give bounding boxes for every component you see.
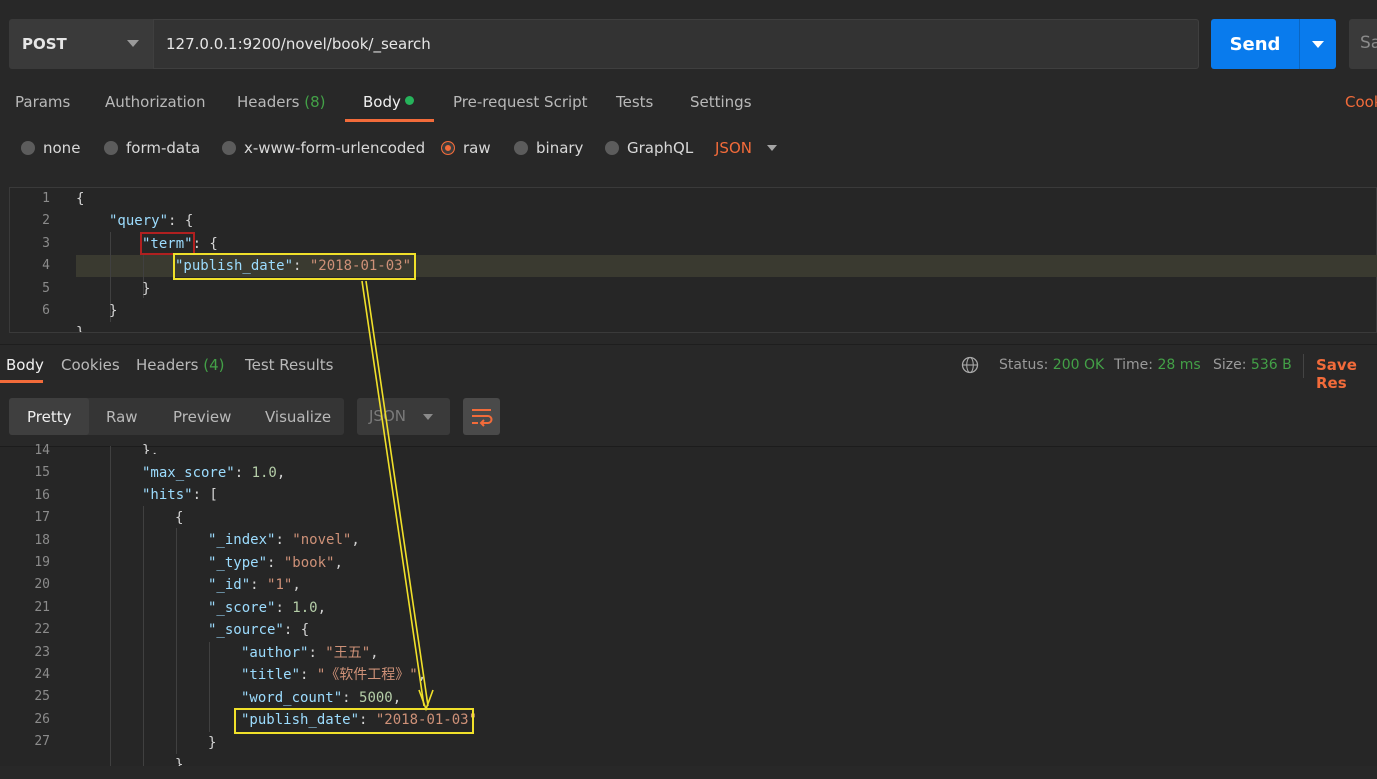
annotation-arrow (361, 280, 434, 712)
